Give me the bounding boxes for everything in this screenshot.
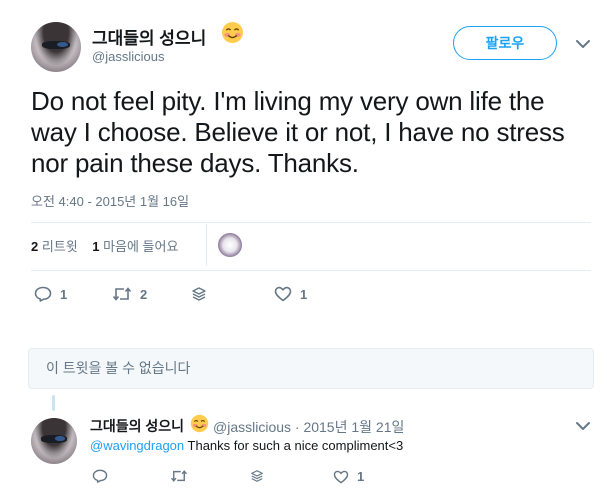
divider	[31, 270, 591, 271]
divider	[31, 222, 591, 223]
chevron-down-icon[interactable]	[575, 38, 591, 50]
liker-avatar[interactable]	[218, 233, 242, 257]
reply-stack-action[interactable]	[250, 469, 264, 483]
retweet-icon	[171, 470, 187, 482]
stack-icon	[192, 287, 206, 301]
heart-icon	[274, 286, 292, 302]
smiling-face-emoji-icon	[221, 21, 244, 44]
author-display-name[interactable]: 그대들의 성으니	[92, 24, 206, 49]
reply-icon	[92, 469, 108, 483]
mention-link[interactable]: @wavingdragon	[90, 438, 184, 453]
stack-icon	[251, 470, 263, 482]
smiling-face-emoji-icon	[190, 414, 209, 433]
follow-button[interactable]: 팔로우	[453, 26, 557, 60]
reply-like-count: 1	[357, 469, 365, 484]
retweets-count: 2	[31, 239, 39, 254]
likes-label: 마음에 들어요	[103, 239, 179, 254]
tweet-timestamp[interactable]: 오전 4:40 - 2015년 1월 16일	[31, 191, 189, 210]
like-count: 1	[300, 286, 308, 302]
like-action[interactable]: 1	[274, 286, 307, 302]
reply-count: 1	[60, 286, 68, 302]
author-avatar[interactable]	[31, 22, 81, 72]
reply-like-action[interactable]: 1	[333, 469, 364, 484]
retweets-stat[interactable]: 2 리트윗	[31, 239, 78, 254]
thread-connector	[52, 395, 55, 411]
author-handle[interactable]: @jasslicious	[92, 49, 164, 64]
tweet-text: Do not feel pity. I'm living my very own…	[31, 86, 565, 178]
stack-action[interactable]	[191, 286, 207, 302]
chevron-down-icon[interactable]	[575, 420, 591, 432]
likes-stat[interactable]: 1 마음에 들어요	[92, 239, 178, 254]
heart-icon	[333, 470, 349, 483]
tweet-stats: 2 리트윗 1 마음에 들어요	[31, 236, 178, 255]
retweet-action[interactable]: 2	[112, 286, 147, 302]
likes-count: 1	[92, 239, 100, 254]
reply-author-avatar[interactable]	[31, 418, 77, 464]
reply-icon	[34, 286, 52, 302]
reply-body: Thanks for such a nice compliment<3	[184, 438, 404, 453]
reply-reply-action[interactable]	[92, 469, 108, 483]
reply-author-display-name[interactable]: 그대들의 성으니	[90, 416, 184, 436]
retweets-label: 리트윗	[41, 239, 78, 254]
reply-text: @wavingdragon Thanks for such a nice com…	[90, 438, 403, 453]
reply-retweet-action[interactable]	[170, 469, 188, 483]
unavailable-tweet-notice: 이 트윗을 볼 수 없습니다	[28, 348, 594, 389]
reply-meta[interactable]: @jasslicious · 2015년 1월 21일	[213, 417, 404, 437]
retweet-icon	[112, 287, 132, 301]
reply-action[interactable]: 1	[34, 286, 67, 302]
stats-separator	[206, 224, 207, 266]
retweet-count: 2	[140, 286, 148, 302]
